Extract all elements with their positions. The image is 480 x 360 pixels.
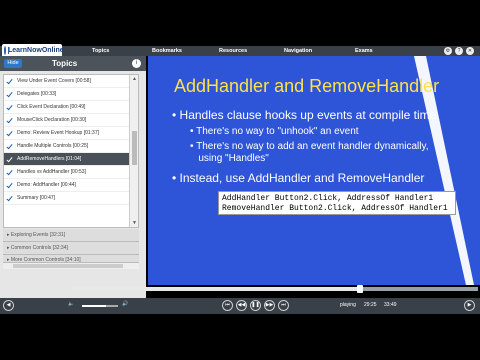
- hscroll-thumb[interactable]: [13, 264, 123, 268]
- slide-area: AddHandler and RemoveHandler • Handles c…: [148, 56, 480, 285]
- code-line: AddHandler Button2.Click, AddressOf Hand…: [222, 194, 434, 203]
- module-label: Common Controls [32:34]: [10, 245, 68, 251]
- topics-sidebar: Hide Topics i View Under Event Covers [0…: [0, 56, 146, 298]
- lesson-label: Click Event Declaration [00:49]: [17, 104, 86, 110]
- next-icon[interactable]: ▶▶: [264, 300, 275, 311]
- sidebar-hscrollbar[interactable]: [3, 263, 139, 269]
- bullet-text: There's no way to "unhook" an event: [196, 126, 359, 137]
- lesson-item[interactable]: Demo: Review Event Hookup [01:37]: [4, 127, 138, 140]
- check-icon: [6, 104, 13, 111]
- lesson-label: Demo: Review Event Hookup [01:37]: [17, 130, 99, 136]
- lesson-item[interactable]: View Under Event Covers [00:58]: [4, 75, 138, 88]
- bullet-text: Instead, use AddHandler and RemoveHandle…: [179, 171, 425, 185]
- lesson-label: Demo: AddHandler [00:44]: [17, 182, 76, 188]
- bullet-4: • Instead, use AddHandler and RemoveHand…: [172, 171, 425, 185]
- player-state: playing: [340, 302, 356, 308]
- close-icon[interactable]: ✕: [466, 47, 474, 55]
- module-item[interactable]: ▸ Exploring Events [32:31]: [3, 229, 139, 242]
- volume-fill: [82, 305, 107, 307]
- slide-title: AddHandler and RemoveHandler: [174, 76, 440, 96]
- module-label: Exploring Events [32:31]: [10, 232, 66, 238]
- bullet-text: using "Handles": [198, 153, 269, 164]
- total-time: 33:49: [384, 302, 397, 308]
- module-item[interactable]: ▸ More Common Controls [34:10]: [3, 255, 139, 263]
- volume-max-icon[interactable]: 🔊: [120, 300, 131, 311]
- scroll-up-icon[interactable]: ▲: [131, 76, 138, 82]
- player-window: LearnNowOnline Topics Bookmarks Resource…: [0, 0, 480, 360]
- lesson-item[interactable]: Handle Multiple Controls [00:25]: [4, 140, 138, 153]
- sidebar-header: Hide Topics i: [0, 56, 146, 71]
- lesson-label: Delegates [00:33]: [17, 91, 57, 97]
- lesson-label: AddRemoveHandlers [01:04]: [17, 156, 82, 162]
- lesson-label: MouseClick Declaration [00:30]: [17, 117, 87, 123]
- check-icon: [6, 78, 13, 85]
- lesson-label: Summary [00:47]: [17, 195, 56, 201]
- info-icon[interactable]: i: [132, 59, 141, 68]
- progress-bar[interactable]: [72, 285, 478, 293]
- hide-button[interactable]: Hide: [4, 59, 22, 68]
- bullet-text: There's no way to add an event handler d…: [196, 141, 429, 152]
- check-icon: [6, 195, 13, 202]
- fast-forward-icon[interactable]: ⏭: [278, 300, 289, 311]
- code-line: RemoveHandler Button2.Click, AddressOf H…: [222, 204, 448, 213]
- volume-icon[interactable]: 🔈: [66, 300, 77, 311]
- window-icons: ⚙ ? ✕: [444, 46, 474, 55]
- rewind-icon[interactable]: ⏮: [222, 300, 233, 311]
- lesson-item-active[interactable]: AddRemoveHandlers [01:04]: [4, 153, 138, 166]
- logo-text: LearnNowOnline: [8, 47, 64, 54]
- nav-exams[interactable]: Exams: [355, 46, 373, 56]
- progress-fill: [72, 287, 361, 291]
- nav-bookmarks[interactable]: Bookmarks: [152, 46, 182, 56]
- check-icon: [6, 117, 13, 124]
- check-icon: [6, 130, 13, 137]
- check-icon: [6, 169, 13, 176]
- gear-icon[interactable]: ⚙: [444, 47, 452, 55]
- lesson-item[interactable]: Click Event Declaration [00:49]: [4, 101, 138, 114]
- scroll-thumb[interactable]: [132, 131, 137, 165]
- bullet-text: Handles clause hooks up events at compil…: [179, 108, 437, 122]
- lesson-label: Handle Multiple Controls [00:25]: [17, 143, 89, 149]
- lesson-item[interactable]: Demo: AddHandler [00:44]: [4, 179, 138, 192]
- nav-navigation[interactable]: Navigation: [284, 46, 312, 56]
- check-icon: [6, 91, 13, 98]
- current-time: 29:25: [364, 302, 377, 308]
- lesson-item[interactable]: Handles vs AddHandler [00:53]: [4, 166, 138, 179]
- previous-icon[interactable]: ◀◀: [236, 300, 247, 311]
- nav-topics[interactable]: Topics: [92, 46, 109, 56]
- lesson-item[interactable]: Summary [00:47]: [4, 192, 138, 205]
- forward-icon[interactable]: ▶: [464, 300, 475, 311]
- nav-resources[interactable]: Resources: [219, 46, 247, 56]
- bullet-3: • There's no way to add an event handler…: [190, 141, 429, 164]
- module-item[interactable]: ▸ Common Controls [32:34]: [3, 242, 139, 255]
- code-box: AddHandler Button2.Click, AddressOf Hand…: [218, 191, 456, 215]
- volume-slider[interactable]: [82, 305, 118, 307]
- lesson-label: Handles vs AddHandler [00:53]: [17, 169, 86, 175]
- progress-knob[interactable]: [357, 285, 364, 293]
- lesson-item[interactable]: Delegates [00:33]: [4, 88, 138, 101]
- help-icon[interactable]: ?: [455, 47, 463, 55]
- bullet-1: • Handles clause hooks up events at comp…: [172, 108, 437, 122]
- check-icon: [6, 143, 13, 150]
- globe-icon: [4, 46, 9, 55]
- scroll-down-icon[interactable]: ▼: [131, 220, 138, 226]
- lesson-list: View Under Event Covers [00:58] Delegate…: [3, 74, 139, 228]
- check-icon: [6, 182, 13, 189]
- pause-icon[interactable]: ❚❚: [250, 300, 261, 311]
- sidebar-title: Topics: [52, 59, 78, 68]
- lesson-label: View Under Event Covers [00:58]: [17, 78, 91, 84]
- bullet-2: • There's no way to "unhook" an event: [190, 126, 359, 137]
- lesson-item[interactable]: MouseClick Declaration [00:30]: [4, 114, 138, 127]
- check-icon: [6, 156, 13, 163]
- back-icon[interactable]: ◀: [3, 300, 14, 311]
- lesson-scrollbar[interactable]: ▲ ▼: [129, 75, 138, 227]
